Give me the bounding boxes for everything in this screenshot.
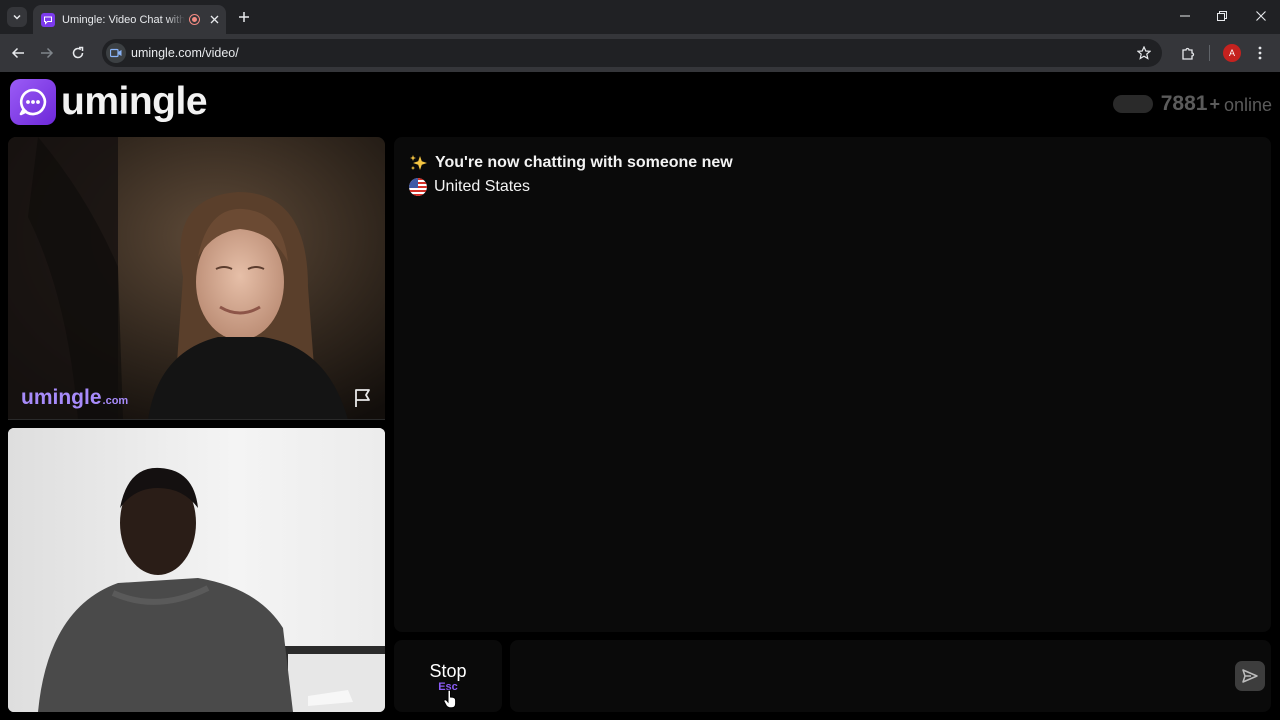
video-divider — [8, 419, 385, 420]
address-bar[interactable]: umingle.com/video/ — [102, 39, 1162, 67]
new-tab-button[interactable] — [234, 7, 254, 27]
extensions-icon — [1181, 47, 1194, 60]
back-icon — [11, 47, 24, 59]
watermark-text: umingle — [21, 386, 102, 409]
restore-button[interactable] — [1211, 6, 1233, 26]
forward-icon — [41, 47, 54, 59]
reload-icon — [72, 46, 84, 59]
self-video — [8, 428, 385, 712]
browser-tab-bar: Umingle: Video Chat with Strangers — [0, 0, 1280, 34]
country-name: United States — [434, 178, 531, 195]
url-text: umingle.com/video/ — [131, 46, 239, 60]
browser-toolbar: umingle.com/video/ A — [0, 34, 1280, 72]
close-icon — [1256, 11, 1266, 21]
chat-panel: You're now chatting with someone new Uni… — [394, 137, 1271, 632]
site-logo[interactable]: umingle — [10, 79, 208, 125]
recording-icon — [189, 14, 200, 25]
mouse-cursor — [443, 689, 457, 709]
status-text: You're now chatting with someone new — [435, 154, 733, 171]
profile-avatar[interactable]: A — [1223, 44, 1241, 62]
watermark-domain: .com — [102, 395, 129, 407]
tab-list-icon — [13, 14, 21, 20]
flag-icon — [355, 389, 370, 407]
browser-tab[interactable]: Umingle: Video Chat with Strangers — [33, 5, 226, 34]
stranger-country: United States — [409, 178, 530, 196]
send-button[interactable] — [1235, 661, 1265, 691]
chat-bubble-icon — [41, 12, 55, 27]
plus-icon — [239, 12, 249, 22]
chat-bubble-icon — [10, 79, 56, 125]
online-toggle[interactable] — [1112, 95, 1153, 113]
video-watermark: umingle .com — [21, 386, 128, 410]
site-info-button[interactable] — [106, 43, 126, 63]
minimize-button[interactable] — [1174, 6, 1196, 26]
message-box — [510, 640, 1271, 712]
video-camera-icon — [110, 48, 122, 58]
extensions-button[interactable] — [1178, 43, 1198, 63]
tab-close-button[interactable] — [207, 13, 221, 27]
back-button[interactable] — [8, 43, 28, 63]
close-icon — [210, 15, 218, 24]
online-counter: 7881 + online — [1112, 92, 1272, 116]
chat-status-message: You're now chatting with someone new — [409, 154, 733, 172]
window-close-button[interactable] — [1250, 6, 1272, 26]
us-flag-icon — [409, 178, 427, 196]
reload-button[interactable] — [68, 43, 88, 63]
restore-icon — [1217, 11, 1227, 21]
send-icon — [1242, 669, 1258, 683]
tab-title: Umingle: Video Chat with Strangers — [62, 13, 185, 26]
online-label: online — [1223, 95, 1272, 115]
menu-icon — [1258, 46, 1262, 60]
stranger-video — [8, 137, 385, 420]
logo-text: umingle — [61, 80, 208, 123]
forward-button[interactable] — [37, 43, 57, 63]
minimize-icon — [1180, 15, 1190, 17]
stop-label: Stop — [429, 661, 467, 681]
browser-menu-button[interactable] — [1252, 43, 1268, 63]
message-input[interactable] — [522, 656, 1222, 696]
online-plus: + — [1209, 93, 1220, 114]
toolbar-separator — [1209, 45, 1210, 61]
star-icon — [1137, 46, 1151, 60]
sparkle-icon — [410, 155, 427, 170]
report-button[interactable] — [352, 387, 374, 409]
bookmark-button[interactable] — [1135, 44, 1153, 62]
online-count: 7881 — [1160, 92, 1208, 115]
tab-list-button[interactable] — [7, 7, 27, 27]
